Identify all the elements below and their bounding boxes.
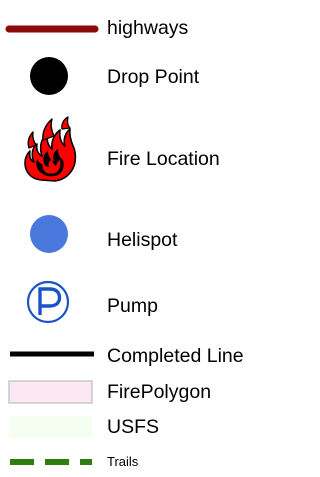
usfs-box-icon bbox=[9, 416, 92, 438]
legend-label-usfs: USFS bbox=[107, 416, 160, 438]
firepolygon-box-icon bbox=[8, 380, 93, 404]
legend-label-pump: Pump bbox=[107, 295, 158, 317]
legend-label-trails: Trails bbox=[107, 454, 139, 469]
fire-icon bbox=[24, 116, 77, 182]
completed-line-icon bbox=[10, 351, 94, 357]
highways-line-icon bbox=[5, 25, 99, 33]
legend-label-drop-point: Drop Point bbox=[107, 66, 200, 88]
legend-label-firepolygon: FirePolygon bbox=[107, 381, 212, 403]
map-legend: highways Drop Point Fire Location Helisp… bbox=[0, 0, 311, 477]
drop-point-circle-icon bbox=[30, 57, 68, 95]
legend-label-helispot: Helispot bbox=[107, 229, 178, 251]
legend-label-highways: highways bbox=[107, 17, 189, 39]
legend-label-completed-line: Completed Line bbox=[107, 345, 244, 367]
pump-circled-p-icon bbox=[26, 280, 70, 324]
helispot-circle-icon bbox=[30, 215, 68, 253]
legend-label-fire-location: Fire Location bbox=[107, 148, 220, 170]
trails-dashed-line-icon bbox=[10, 459, 92, 465]
